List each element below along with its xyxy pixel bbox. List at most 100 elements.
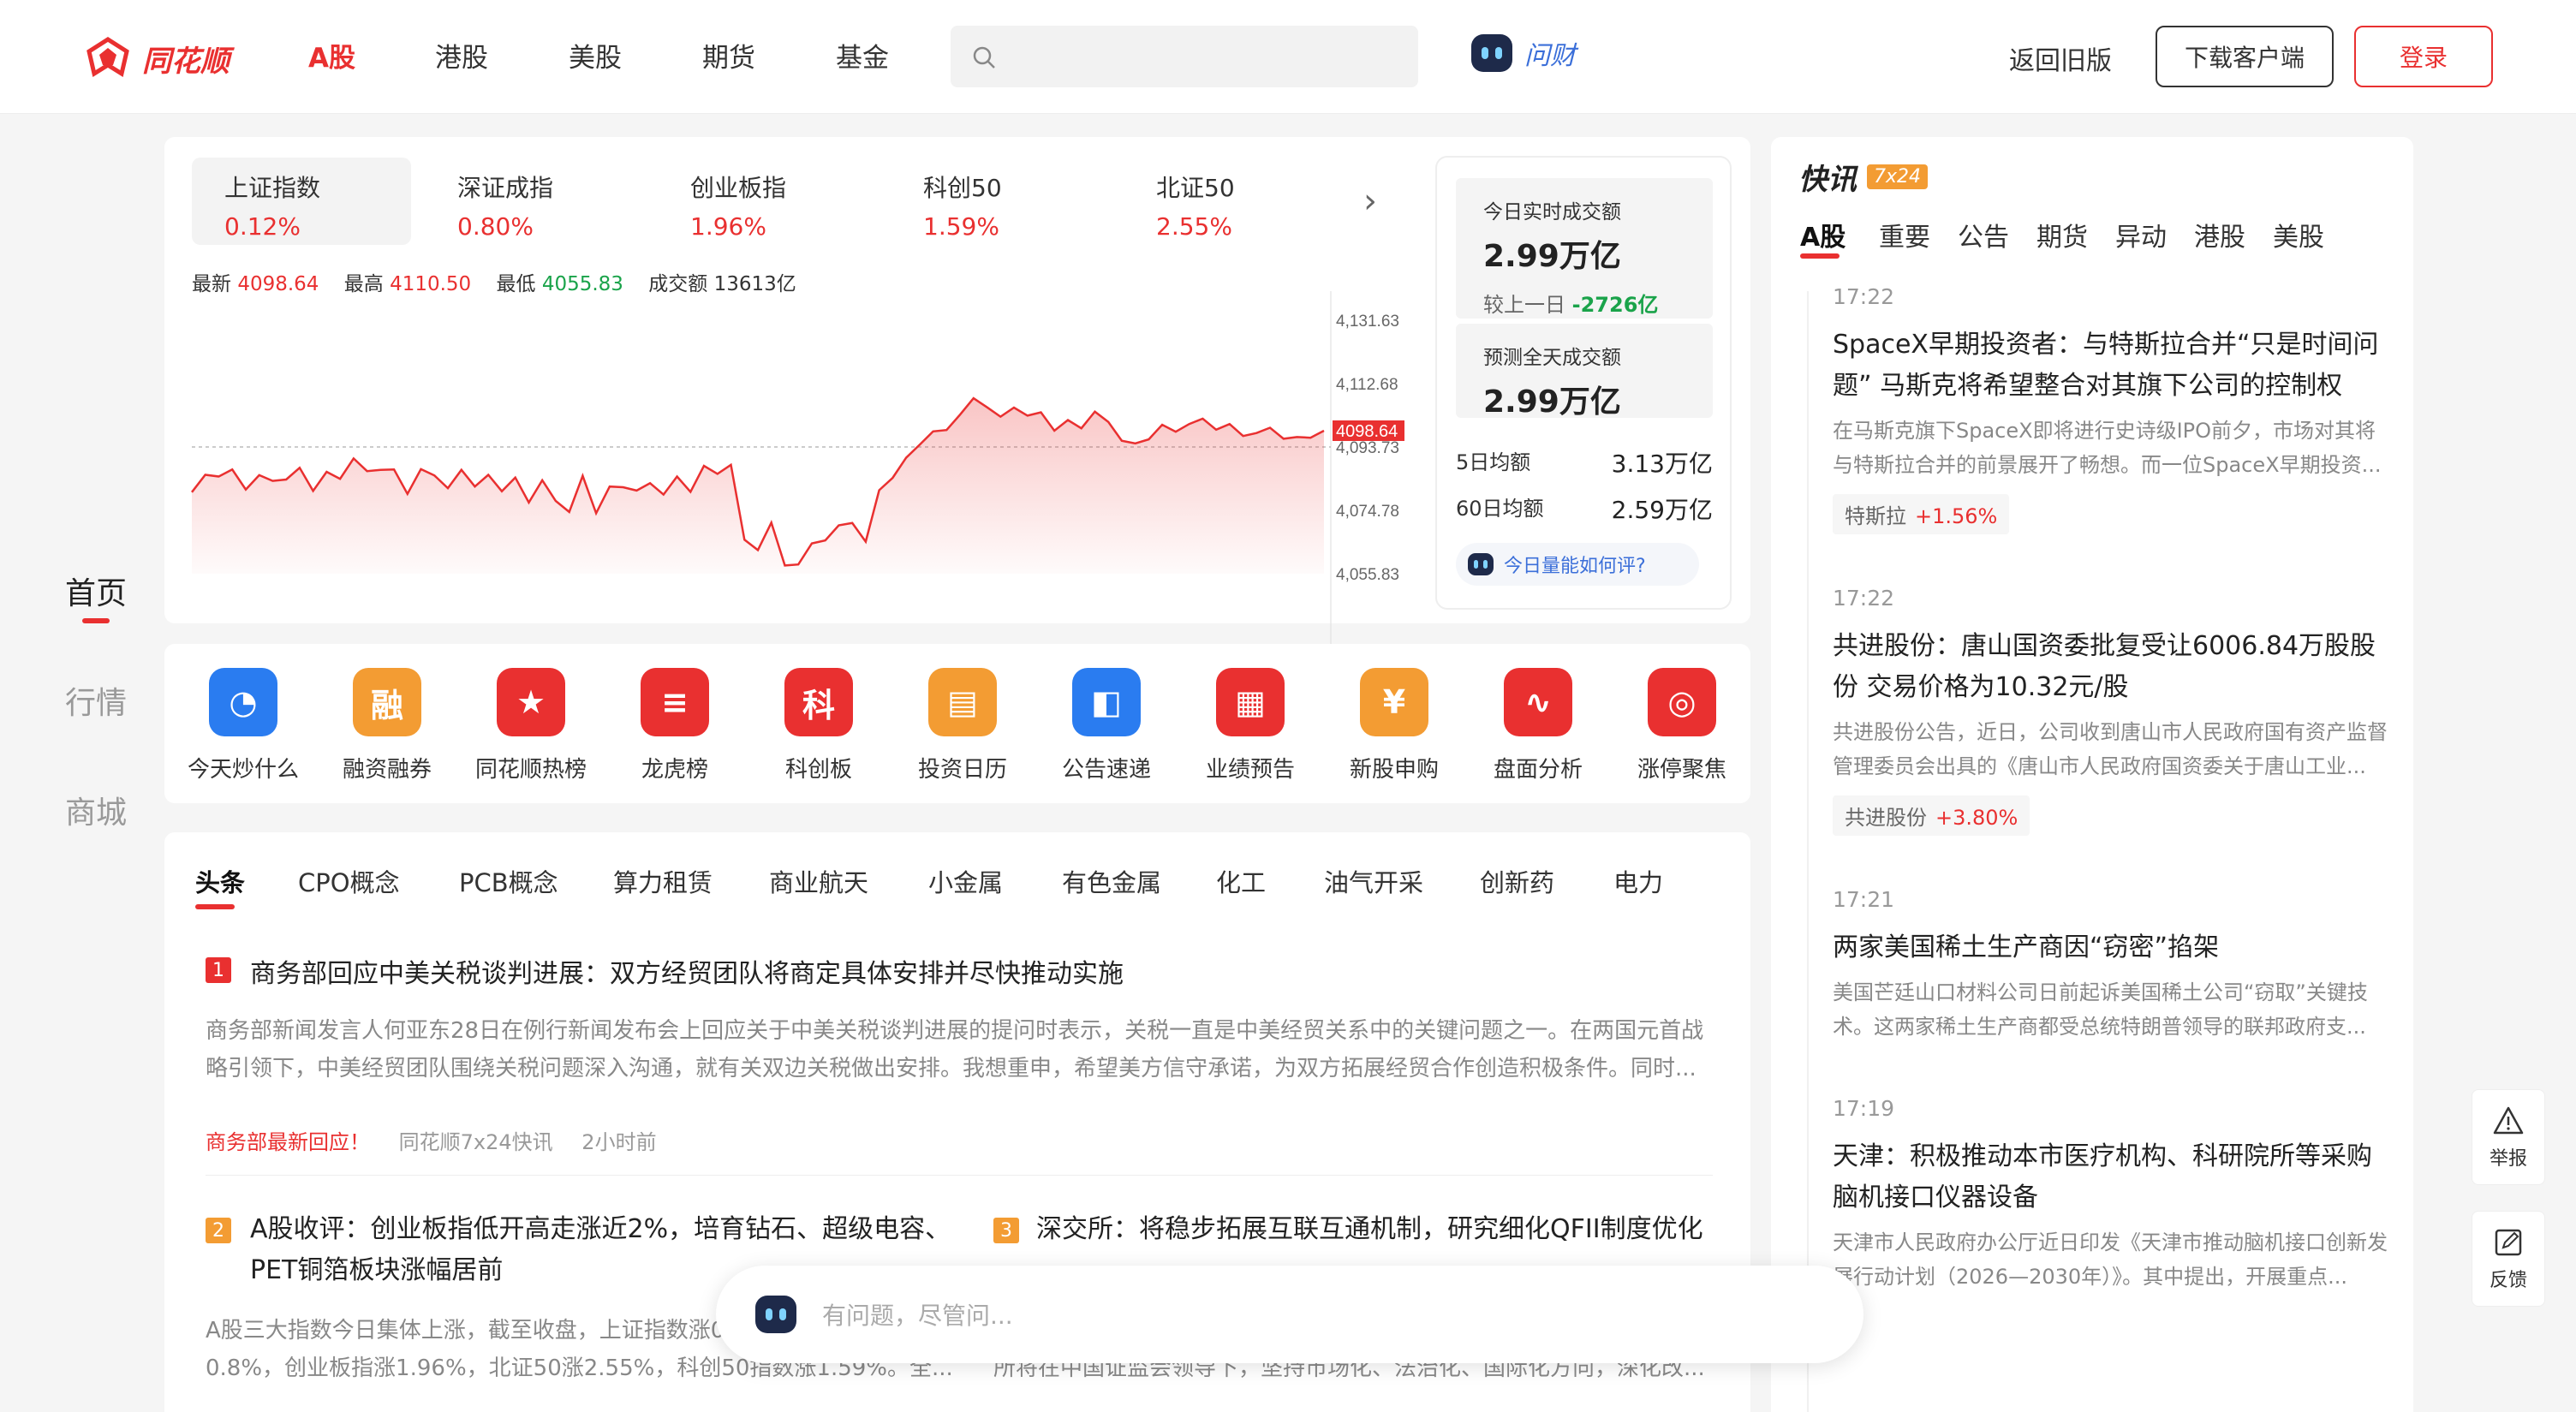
flash-item[interactable]: 17:21 两家美国稀土生产商因“窃密”掐架 美国芒廷山口材料公司日前起诉美国稀… (1833, 887, 2389, 1044)
index-tab-chinext[interactable]: 创业板指 1.96% (658, 158, 877, 245)
flash-title: 快讯 7x24 (1798, 156, 1929, 198)
compare-label: 较上一日 (1483, 293, 1565, 317)
today-volume-label: 今日实时成交额 (1483, 201, 1621, 223)
old-version-link[interactable]: 返回旧版 (2009, 39, 2112, 77)
news-title[interactable]: 深交所：将稳步拓展互联互通机制，研究细化QFII制度优化 (1036, 1209, 1721, 1250)
nav-tab-funds[interactable]: 基金 (836, 36, 889, 74)
nav-tab-a-shares[interactable]: A股 (308, 36, 355, 74)
flash-tab[interactable]: 重要 (1879, 216, 1930, 253)
flash-item-title[interactable]: 天津：积极推动本市医疗机构、科研院所等采购脑机接口仪器设备 (1833, 1136, 2389, 1218)
stock-tag-change: +1.56% (1915, 504, 1998, 528)
flash-title-text: 快讯 (1798, 163, 1857, 197)
logo[interactable]: 同花顺 (82, 31, 230, 86)
flash-item-title[interactable]: SpaceX早期投资者：与特斯拉合并“只是时间问题” 马斯克将希望整合对其旗下公… (1833, 325, 2389, 407)
nav-tab-futures[interactable]: 期货 (702, 36, 755, 74)
stock-tag-name: 共进股份 (1845, 806, 1927, 830)
stock-tag[interactable]: 共进股份 +3.80% (1833, 795, 2030, 836)
news-title[interactable]: 商务部回应中美关税谈判进展：双方经贸团队将商定具体安排并尽快推动实施 (250, 952, 1124, 990)
nav-tab-hk-stocks[interactable]: 港股 (435, 36, 488, 74)
flash-item-title[interactable]: 共进股份：唐山国资委批复受让6006.84万股股份 交易价格为10.32元/股 (1833, 626, 2389, 708)
shortcut-item[interactable]: 融融资融券 (315, 668, 459, 783)
current-price-label: 4098.64 (1333, 420, 1404, 441)
report-button[interactable]: 举报 (2472, 1089, 2545, 1185)
flash-tab[interactable]: 异动 (2115, 216, 2167, 253)
news-tab[interactable]: 算力租赁 (613, 863, 713, 899)
flash-tab[interactable]: 期货 (2036, 216, 2088, 253)
shortcut-item[interactable]: ◔ 今天炒什么 (171, 668, 315, 783)
news-summary: 商务部新闻发言人何亚东28日在例行新闻发布会上回应关于中美关税谈判进展的提问时表… (206, 1018, 1704, 1081)
flash-news-panel: 快讯 7x24 A股 重要 公告 期货 异动 港股 美股 17:22 SpaceX早期投资者… (1771, 137, 2413, 1412)
flash-item[interactable]: 17:22 共进股份：唐山国资委批复受让6006.84万股股份 交易价格为10.… (1833, 586, 2389, 836)
ai-ask-input[interactable]: 有问题，尽管问... (716, 1266, 1863, 1363)
shortcut-label: 公告速递 (1061, 757, 1151, 783)
news-tab[interactable]: 电力 (1613, 863, 1663, 899)
search-icon (973, 46, 995, 69)
left-nav-home[interactable]: 首页 (65, 569, 127, 613)
shortcut-item[interactable]: ◎ 涨停聚焦 (1610, 668, 1754, 783)
news-tab[interactable]: PCB概念 (459, 863, 558, 899)
shortcut-item[interactable]: ▤ 投资日历 (891, 668, 1035, 783)
index-name: 创业板指 (690, 174, 787, 202)
flash-time: 17:19 (1833, 1096, 1895, 1121)
shortcut-item[interactable]: ¥ 新股申购 (1322, 668, 1466, 783)
flash-time: 17:22 (1833, 586, 1895, 611)
flash-tab[interactable]: A股 (1800, 216, 1846, 253)
y-tick-label: 4,131.63 (1336, 313, 1399, 331)
index-tab-szse[interactable]: 深证成指 0.80% (425, 158, 644, 245)
news-source: 同花顺7x24快讯 (398, 1130, 553, 1154)
login-button[interactable]: 登录 (2354, 26, 2493, 87)
index-name: 深证成指 (457, 174, 554, 202)
shortcut-label: 业绩预告 (1205, 757, 1295, 783)
volume-ask-label: 今日量能如何评? (1504, 556, 1646, 577)
left-nav-market[interactable]: 行情 (65, 678, 127, 723)
calendar-icon: ▤ (928, 668, 997, 736)
volume-compare: 较上一日 -2726亿 (1483, 288, 1713, 318)
news-tab[interactable]: 有色金属 (1062, 863, 1161, 899)
news-tab[interactable]: CPO概念 (298, 863, 400, 899)
shortcut-item[interactable]: ★ 同花顺热榜 (459, 668, 603, 783)
flash-tab[interactable]: 美股 (2273, 216, 2324, 253)
shortcut-item[interactable]: ◧ 公告速递 (1035, 668, 1178, 783)
flash-item[interactable]: 17:22 SpaceX早期投资者：与特斯拉合并“只是时间问题” 马斯克将希望整… (1833, 284, 2389, 534)
flash-item-summary: 在马斯克旗下SpaceX即将进行史诗级IPO前夕，市场对其将与特斯拉合并的前景展… (1833, 419, 2382, 477)
avg5-row: 5日均额 3.13万亿 (1456, 445, 1713, 480)
shortcut-label: 龙虎榜 (641, 757, 708, 783)
left-nav-mall[interactable]: 商城 (65, 788, 127, 832)
index-tab-sse[interactable]: 上证指数 0.12% (192, 158, 411, 245)
finance-icon: 融 (353, 668, 421, 736)
y-tick-label: 4,093.73 (1336, 439, 1399, 457)
shortcut-item[interactable]: ▦ 业绩预告 (1178, 668, 1322, 783)
news-tag[interactable]: 商务部最新回应！ (206, 1130, 370, 1154)
volume-ask-button[interactable]: 今日量能如何评? (1456, 543, 1699, 586)
stock-tag[interactable]: 特斯拉 +1.56% (1833, 494, 2010, 534)
shortcut-item[interactable]: 科科创板 (747, 668, 891, 783)
avg60-row: 60日均额 2.59万亿 (1456, 492, 1713, 526)
edit-icon (2495, 1229, 2522, 1256)
news-tab[interactable]: 油气开采 (1324, 863, 1423, 899)
shortcut-item[interactable]: ∿ 盘面分析 (1466, 668, 1610, 783)
flash-item-title[interactable]: 两家美国稀土生产商因“窃密”掐架 (1833, 927, 2389, 968)
flash-tab[interactable]: 港股 (2194, 216, 2245, 253)
flash-item[interactable]: 17:19 天津：积极推动本市医疗机构、科研院所等采购脑机接口仪器设备 天津市人… (1833, 1096, 2389, 1294)
nav-tab-us-stocks[interactable]: 美股 (569, 36, 622, 74)
search-input[interactable] (951, 26, 1418, 87)
news-tab[interactable]: 商业航天 (769, 863, 868, 899)
news-tab[interactable]: 头条 (195, 863, 245, 899)
wencai-link[interactable]: 问财 (1471, 34, 1576, 72)
news-time: 2小时前 (581, 1130, 657, 1154)
index-tab-star50[interactable]: 科创50 1.59% (891, 158, 1110, 245)
index-change: 1.59% (923, 212, 999, 241)
download-client-button[interactable]: 下载客户端 (2156, 26, 2334, 87)
flash-tab[interactable]: 公告 (1958, 216, 2009, 253)
news-tab[interactable]: 小金属 (928, 863, 1003, 899)
news-tab[interactable]: 创新药 (1480, 863, 1554, 899)
price-area (192, 398, 1324, 574)
shortcut-item[interactable]: ≡ 龙虎榜 (603, 668, 747, 783)
shortcut-label: 融资融券 (342, 757, 432, 783)
y-tick-label: 4,074.78 (1336, 503, 1399, 521)
feedback-button[interactable]: 反馈 (2472, 1211, 2545, 1307)
shortcut-label: 盘面分析 (1493, 757, 1583, 783)
index-tab-bse50[interactable]: 北证50 2.55% (1124, 158, 1343, 245)
news-tab[interactable]: 化工 (1216, 863, 1266, 899)
chevron-right-icon[interactable]: › (1363, 182, 1377, 221)
